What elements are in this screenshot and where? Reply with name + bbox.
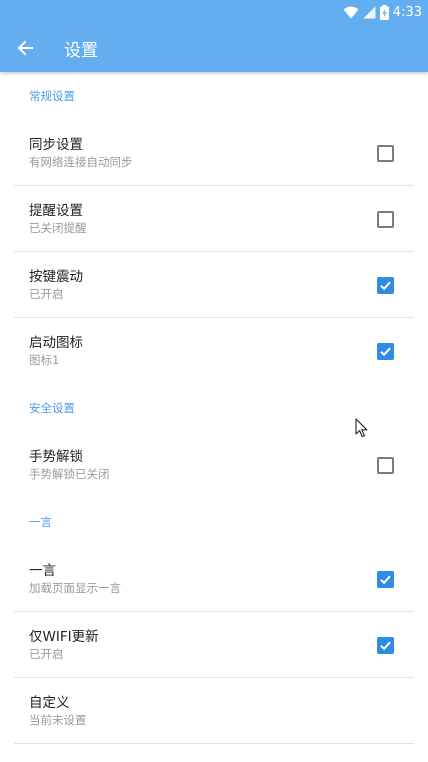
setting-title: 按键震动 — [29, 268, 83, 285]
app-bar: 设置 — [0, 24, 428, 72]
gesture-unlock-checkbox[interactable] — [377, 456, 394, 474]
checkmark-icon — [380, 641, 391, 650]
setting-reminder[interactable]: 提醒设置 已关闭提醒 — [14, 186, 414, 252]
checkmark-icon — [380, 575, 391, 584]
checkmark-icon — [380, 347, 391, 356]
setting-title: 自定义 — [29, 694, 70, 711]
settings-list: 常规设置 同步设置 有网络连接自动同步 提醒设置 已关闭提醒 按键震动 已开启 … — [0, 72, 428, 744]
key-vibration-checkbox[interactable] — [377, 276, 394, 294]
setting-subtitle: 已开启 — [29, 286, 64, 301]
setting-title: 仅WIFI更新 — [29, 628, 99, 645]
hitokoto-checkbox[interactable] — [377, 570, 394, 588]
setting-subtitle: 已开启 — [29, 646, 64, 661]
arrow-left-icon — [17, 40, 33, 56]
setting-subtitle: 手势解锁已关闭 — [29, 466, 110, 481]
wifi-only-update-checkbox[interactable] — [377, 636, 394, 654]
reminder-checkbox[interactable] — [377, 210, 394, 228]
battery-charging-icon — [379, 4, 389, 20]
setting-gesture-unlock[interactable]: 手势解锁 手势解锁已关闭 — [14, 432, 414, 498]
sync-checkbox[interactable] — [377, 144, 394, 162]
setting-subtitle: 当前未设置 — [29, 712, 87, 727]
launcher-icon-checkbox[interactable] — [377, 342, 394, 360]
setting-title: 提醒设置 — [29, 202, 83, 219]
status-bar: 4:33 — [0, 0, 428, 24]
section-header-general: 常规设置 — [29, 89, 75, 103]
setting-title: 手势解锁 — [29, 448, 83, 465]
setting-wifi-only-update[interactable]: 仅WIFI更新 已开启 — [14, 612, 414, 678]
section-header-hitokoto: 一言 — [29, 515, 52, 529]
setting-subtitle: 已关闭提醒 — [29, 220, 87, 235]
back-button[interactable] — [0, 24, 50, 72]
status-time: 4:33 — [392, 4, 422, 20]
setting-custom[interactable]: 自定义 当前未设置 — [14, 678, 414, 744]
setting-subtitle: 图标1 — [29, 352, 60, 367]
setting-launcher-icon[interactable]: 启动图标 图标1 — [14, 318, 414, 384]
setting-sync[interactable]: 同步设置 有网络连接自动同步 — [14, 120, 414, 186]
setting-title: 同步设置 — [29, 136, 83, 153]
setting-subtitle: 有网络连接自动同步 — [29, 154, 133, 169]
setting-hitokoto[interactable]: 一言 加载页面显示一言 — [14, 546, 414, 612]
setting-title: 一言 — [29, 562, 56, 579]
setting-subtitle: 加载页面显示一言 — [29, 580, 121, 595]
section-header-security: 安全设置 — [29, 401, 75, 415]
checkmark-icon — [380, 281, 391, 290]
setting-title: 启动图标 — [29, 334, 83, 351]
signal-icon — [363, 6, 376, 19]
wifi-icon — [343, 6, 359, 19]
setting-key-vibration[interactable]: 按键震动 已开启 — [14, 252, 414, 318]
page-title: 设置 — [64, 40, 98, 61]
